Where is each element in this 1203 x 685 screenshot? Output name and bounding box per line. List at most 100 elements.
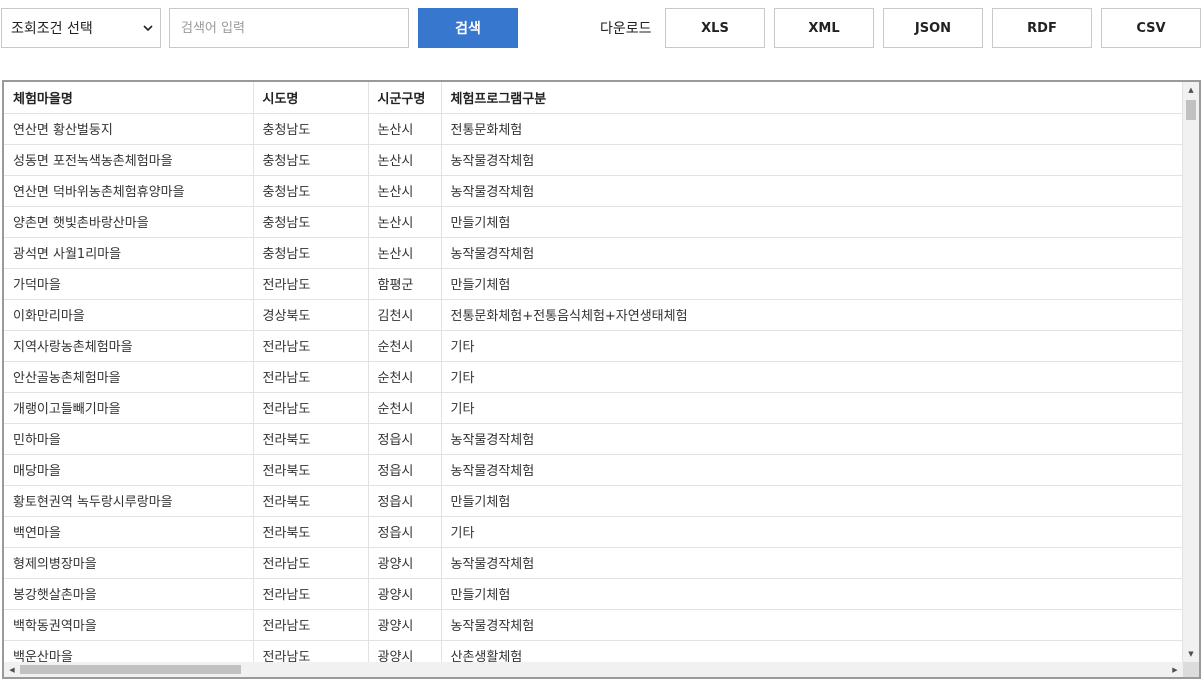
data-table: 체험마을명 시도명 시군구명 체험프로그램구분 연산면 황산벌둥지 충청남도 논산시… <box>4 82 1183 662</box>
search-condition-select[interactable]: 조회조건 선택 <box>1 8 161 48</box>
cell-city: 논산시 <box>368 144 442 176</box>
cell-city: 광양시 <box>368 609 442 641</box>
table-row[interactable]: 형제의병장마을 전라남도 광양시 농작물경작체험 <box>4 547 1183 579</box>
table-row[interactable]: 황토현권역 녹두랑시루랑마을 전라북도 정읍시 만들기체험 <box>4 485 1183 517</box>
data-grid: 체험마을명 시도명 시군구명 체험프로그램구분 연산면 황산벌둥지 충청남도 논산시… <box>2 80 1201 679</box>
cell-village: 황토현권역 녹두랑시루랑마을 <box>4 485 254 517</box>
cell-village: 개랭이고들빼기마을 <box>4 392 254 424</box>
cell-city: 정읍시 <box>368 516 442 548</box>
cell-province: 전라남도 <box>253 392 369 424</box>
cell-city: 정읍시 <box>368 454 442 486</box>
cell-province: 전라남도 <box>253 361 369 393</box>
cell-program-type: 농작물경작체험 <box>441 144 1183 176</box>
cell-city: 순천시 <box>368 361 442 393</box>
cell-city: 김천시 <box>368 299 442 331</box>
table-row[interactable]: 백운산마을 전라남도 광양시 산촌생활체험 <box>4 640 1183 662</box>
table-row[interactable]: 성동면 포전녹색농촌체험마을 충청남도 논산시 농작물경작체험 <box>4 144 1183 176</box>
arrow-left-icon[interactable]: ◀ <box>4 662 20 677</box>
table-row[interactable]: 백학동권역마을 전라남도 광양시 농작물경작체험 <box>4 609 1183 641</box>
table-row[interactable]: 개랭이고들빼기마을 전라남도 순천시 기타 <box>4 392 1183 424</box>
cell-program-type: 기타 <box>441 516 1183 548</box>
cell-city: 광양시 <box>368 578 442 610</box>
column-header-city[interactable]: 시군구명 <box>368 82 442 114</box>
chevron-down-icon <box>143 25 153 32</box>
cell-province: 전라북도 <box>253 516 369 548</box>
cell-province: 충청남도 <box>253 206 369 238</box>
cell-province: 충청남도 <box>253 113 369 145</box>
cell-city: 광양시 <box>368 547 442 579</box>
cell-province: 전라북도 <box>253 454 369 486</box>
cell-province: 전라북도 <box>253 423 369 455</box>
cell-province: 전라남도 <box>253 330 369 362</box>
cell-village: 백운산마을 <box>4 640 254 662</box>
cell-village: 성동면 포전녹색농촌체험마을 <box>4 144 254 176</box>
download-json-button[interactable]: JSON <box>883 8 983 48</box>
table-row[interactable]: 매당마을 전라북도 정읍시 농작물경작체험 <box>4 454 1183 486</box>
cell-city: 논산시 <box>368 237 442 269</box>
cell-program-type: 기타 <box>441 361 1183 393</box>
horizontal-scrollbar[interactable]: ◀ ▶ <box>4 662 1183 677</box>
cell-program-type: 만들기체험 <box>441 206 1183 238</box>
cell-program-type: 농작물경작체험 <box>441 609 1183 641</box>
download-label: 다운로드 <box>600 21 652 37</box>
cell-program-type: 산촌생활체험 <box>441 640 1183 662</box>
cell-village: 지역사랑농촌체험마을 <box>4 330 254 362</box>
table-row[interactable]: 가덕마을 전라남도 함평군 만들기체험 <box>4 268 1183 300</box>
cell-city: 정읍시 <box>368 423 442 455</box>
download-xml-button[interactable]: XML <box>774 8 874 48</box>
download-csv-button[interactable]: CSV <box>1101 8 1201 48</box>
download-rdf-button[interactable]: RDF <box>992 8 1092 48</box>
cell-village: 백학동권역마을 <box>4 609 254 641</box>
cell-program-type: 농작물경작체험 <box>441 237 1183 269</box>
cell-city: 정읍시 <box>368 485 442 517</box>
cell-village: 봉강햇살촌마을 <box>4 578 254 610</box>
column-header-program-type[interactable]: 체험프로그램구분 <box>441 82 1183 114</box>
vertical-scroll-thumb[interactable] <box>1186 100 1196 120</box>
cell-program-type: 만들기체험 <box>441 578 1183 610</box>
arrow-up-icon[interactable]: ▲ <box>1183 82 1199 98</box>
table-row[interactable]: 이화만리마을 경상북도 김천시 전통문화체험+전통음식체험+자연생태체험 <box>4 299 1183 331</box>
cell-program-type: 만들기체험 <box>441 268 1183 300</box>
cell-city: 논산시 <box>368 175 442 207</box>
cell-village: 연산면 덕바위농촌체험휴양마을 <box>4 175 254 207</box>
cell-village: 이화만리마을 <box>4 299 254 331</box>
vertical-scrollbar[interactable]: ▲ ▼ <box>1183 82 1199 662</box>
cell-province: 전라남도 <box>253 578 369 610</box>
cell-village: 매당마을 <box>4 454 254 486</box>
grid-body: 체험마을명 시도명 시군구명 체험프로그램구분 연산면 황산벌둥지 충청남도 논산시… <box>4 82 1183 662</box>
scrollbar-corner <box>1183 662 1199 677</box>
cell-city: 함평군 <box>368 268 442 300</box>
table-row[interactable]: 양촌면 햇빛촌바랑산마을 충청남도 논산시 만들기체험 <box>4 206 1183 238</box>
search-condition-value: 조회조건 선택 <box>11 21 93 37</box>
toolbar: 조회조건 선택 검색 다운로드 XLS XML JSON RDF CSV <box>0 0 1203 56</box>
table-row[interactable]: 지역사랑농촌체험마을 전라남도 순천시 기타 <box>4 330 1183 362</box>
column-header-province[interactable]: 시도명 <box>253 82 369 114</box>
table-row[interactable]: 안산골농촌체험마을 전라남도 순천시 기타 <box>4 361 1183 393</box>
cell-program-type: 농작물경작체험 <box>441 454 1183 486</box>
cell-city: 논산시 <box>368 206 442 238</box>
cell-program-type: 농작물경작체험 <box>441 175 1183 207</box>
cell-village: 가덕마을 <box>4 268 254 300</box>
cell-city: 순천시 <box>368 330 442 362</box>
arrow-down-icon[interactable]: ▼ <box>1183 646 1199 662</box>
cell-province: 전라남도 <box>253 547 369 579</box>
table-row[interactable]: 연산면 황산벌둥지 충청남도 논산시 전통문화체험 <box>4 113 1183 145</box>
cell-village: 형제의병장마을 <box>4 547 254 579</box>
cell-program-type: 전통문화체험+전통음식체험+자연생태체험 <box>441 299 1183 331</box>
cell-province: 충청남도 <box>253 237 369 269</box>
search-button[interactable]: 검색 <box>418 8 518 48</box>
table-row[interactable]: 광석면 사월1리마을 충청남도 논산시 농작물경작체험 <box>4 237 1183 269</box>
table-row[interactable]: 연산면 덕바위농촌체험휴양마을 충청남도 논산시 농작물경작체험 <box>4 175 1183 207</box>
download-xls-button[interactable]: XLS <box>665 8 765 48</box>
arrow-right-icon[interactable]: ▶ <box>1167 662 1183 677</box>
table-row[interactable]: 백연마을 전라북도 정읍시 기타 <box>4 516 1183 548</box>
horizontal-scroll-thumb[interactable] <box>20 665 241 674</box>
table-row[interactable]: 봉강햇살촌마을 전라남도 광양시 만들기체험 <box>4 578 1183 610</box>
cell-village: 민하마을 <box>4 423 254 455</box>
search-input[interactable] <box>169 8 409 48</box>
cell-province: 전라남도 <box>253 640 369 662</box>
column-header-village[interactable]: 체험마을명 <box>4 82 254 114</box>
cell-province: 충청남도 <box>253 175 369 207</box>
cell-city: 순천시 <box>368 392 442 424</box>
table-row[interactable]: 민하마을 전라북도 정읍시 농작물경작체험 <box>4 423 1183 455</box>
